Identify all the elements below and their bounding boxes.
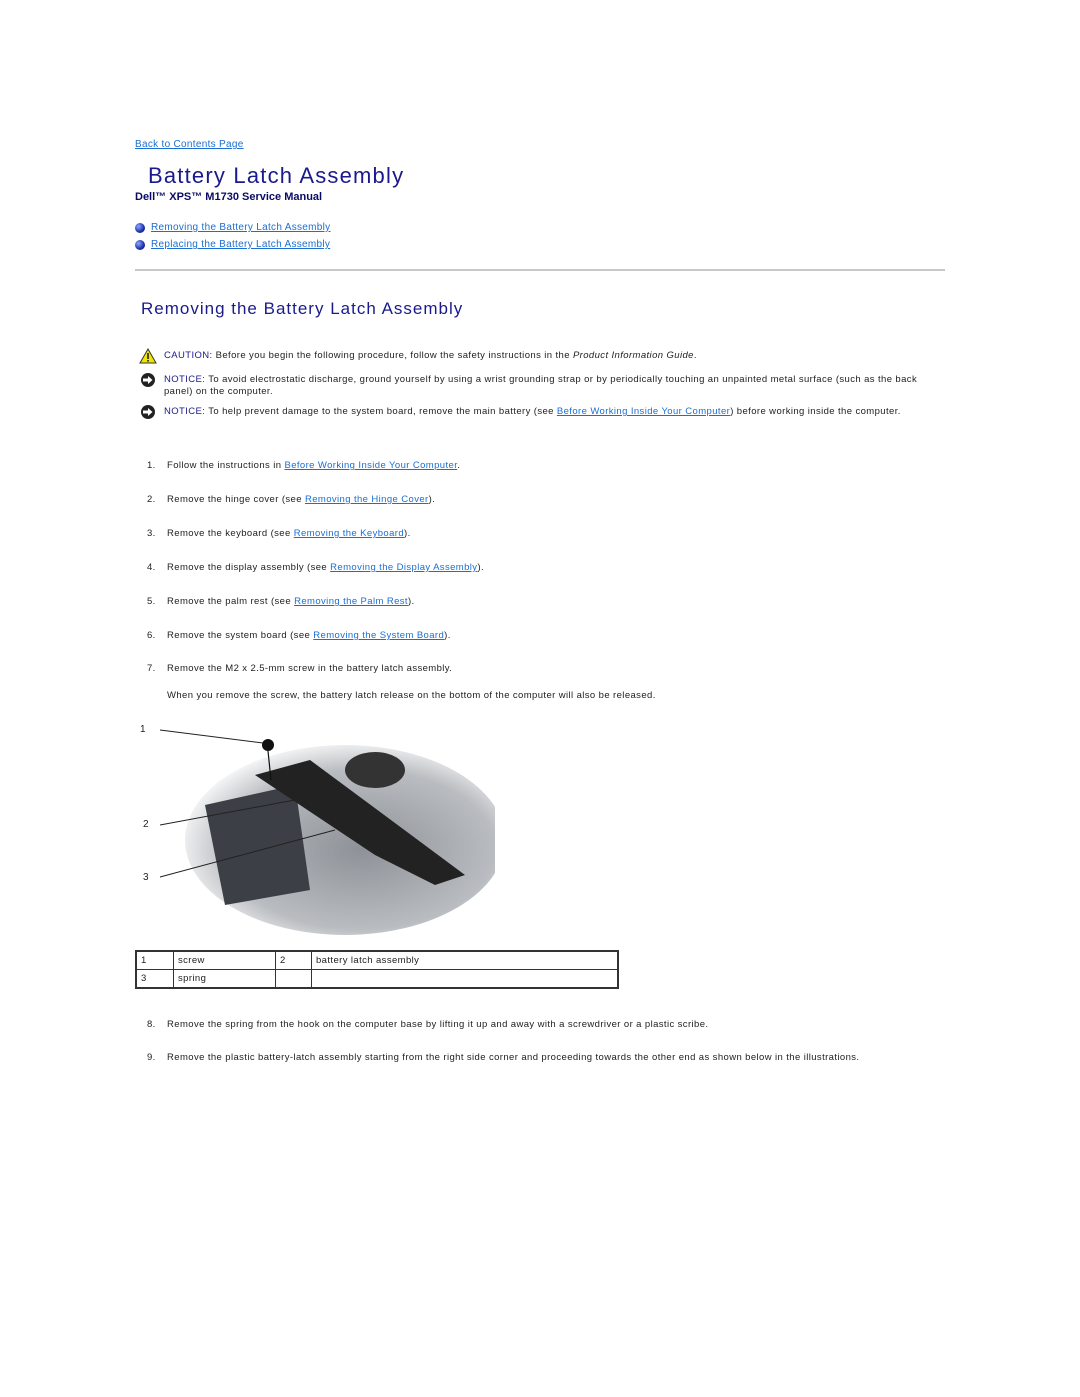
step-3: 3. Remove the keyboard (see Removing the … xyxy=(147,528,947,539)
step-text-end: ). xyxy=(428,494,436,505)
callout-2: 2 xyxy=(143,819,149,830)
step-number: 5. xyxy=(147,596,156,607)
toc-link-removing[interactable]: Removing the Battery Latch Assembly xyxy=(151,222,330,233)
step-link[interactable]: Removing the Keyboard xyxy=(294,528,404,539)
legend-number: 3 xyxy=(135,969,174,989)
product-guide-ref: Product Information Guide xyxy=(572,350,694,361)
step-link[interactable]: Removing the Display Assembly xyxy=(330,562,477,573)
step-number: 7. xyxy=(147,663,156,674)
notice-label: NOTICE: xyxy=(164,374,206,385)
legend-number xyxy=(275,969,312,989)
step-5: 5. Remove the palm rest (see Removing the… xyxy=(147,596,947,607)
battery-latch-illustration: 1 2 3 xyxy=(140,724,495,935)
step-link[interactable]: Removing the System Board xyxy=(313,630,444,641)
toc-item: Replacing the Battery Latch Assembly xyxy=(135,236,330,253)
notice-label: NOTICE: xyxy=(164,406,206,417)
step-6: 6. Remove the system board (see Removing … xyxy=(147,630,947,641)
divider xyxy=(135,269,945,271)
fan-housing xyxy=(345,752,405,788)
step-text: Remove the display assembly (see xyxy=(167,562,331,573)
screw-part xyxy=(262,739,274,751)
step-text: Remove the palm rest (see xyxy=(167,596,295,607)
notice-arrow-icon xyxy=(141,405,155,419)
page-title: Battery Latch Assembly xyxy=(148,163,405,188)
step-number: 8. xyxy=(147,1019,156,1030)
table-row: 3 spring xyxy=(135,969,619,989)
step-number: 9. xyxy=(147,1052,156,1063)
step-number: 6. xyxy=(147,630,156,641)
caution-note: CAUTION: Before you begin the following … xyxy=(139,348,944,364)
notice-text-end: ) before working inside the computer. xyxy=(730,406,901,417)
callout-legend-table: 1 screw 2 battery latch assembly 3 sprin… xyxy=(135,950,619,989)
step-text-end: ). xyxy=(407,596,415,607)
step-text-end: ). xyxy=(444,630,451,641)
step-2: 2. Remove the hinge cover (see Removing t… xyxy=(147,494,947,505)
bullet-icon xyxy=(135,222,145,233)
legend-label: screw xyxy=(173,950,276,970)
step-text-end: ). xyxy=(477,562,485,573)
step-number: 1. xyxy=(147,460,156,471)
step-number: 4. xyxy=(147,562,156,573)
bullet-icon xyxy=(135,239,145,250)
back-to-contents-link[interactable]: Back to Contents Page xyxy=(135,139,244,150)
toc-link-replacing[interactable]: Replacing the Battery Latch Assembly xyxy=(151,239,330,250)
table-of-contents: Removing the Battery Latch Assembly Repl… xyxy=(135,219,330,253)
warning-triangle-icon xyxy=(139,348,157,364)
step-7-note: When you remove the screw, the battery l… xyxy=(167,690,656,701)
step-number: 2. xyxy=(147,494,156,505)
legend-label xyxy=(311,969,619,989)
section-title: Removing the Battery Latch Assembly xyxy=(141,299,464,318)
step-8: 8. Remove the spring from the hook on the… xyxy=(147,1019,947,1030)
notice-text: To help prevent damage to the system boa… xyxy=(205,406,557,417)
notice-system-board: NOTICE: To help prevent damage to the sy… xyxy=(139,405,944,420)
caution-end: . xyxy=(693,350,697,361)
caution-text: Before you begin the following procedure… xyxy=(212,350,573,361)
manual-subtitle: Dell™ XPS™ M1730 Service Manual xyxy=(135,191,323,203)
step-9: 9. Remove the plastic battery-latch assem… xyxy=(147,1052,947,1063)
before-working-link[interactable]: Before Working Inside Your Computer xyxy=(557,406,730,417)
step-text: Remove the hinge cover (see xyxy=(167,494,305,505)
step-4: 4. Remove the display assembly (see Remov… xyxy=(147,562,947,573)
notice-esd: NOTICE: To avoid electrostatic discharge… xyxy=(139,373,944,398)
legend-label: spring xyxy=(173,969,276,989)
step-text-end: ). xyxy=(404,528,411,539)
step-text: Remove the M2 x 2.5-mm screw in the batt… xyxy=(167,663,453,674)
step-text: Remove the spring from the hook on the c… xyxy=(167,1019,709,1030)
legend-number: 1 xyxy=(135,950,174,970)
legend-number: 2 xyxy=(275,950,312,970)
step-number: 3. xyxy=(147,528,156,539)
table-row: 1 screw 2 battery latch assembly xyxy=(135,950,619,970)
caution-label: CAUTION: xyxy=(164,350,213,361)
legend-label: battery latch assembly xyxy=(311,950,619,970)
step-link[interactable]: Before Working Inside Your Computer xyxy=(284,460,457,471)
callout-3: 3 xyxy=(143,872,149,883)
notice-text: To avoid electrostatic discharge, ground… xyxy=(164,374,918,397)
step-text: Remove the system board (see xyxy=(167,630,314,641)
step-link[interactable]: Removing the Hinge Cover xyxy=(305,494,429,505)
step-7: 7. Remove the M2 x 2.5-mm screw in the ba… xyxy=(147,663,947,674)
notice-arrow-icon xyxy=(141,373,155,387)
step-1: 1. Follow the instructions in Before Work… xyxy=(147,460,947,471)
step-text-end: . xyxy=(457,460,461,471)
toc-item: Removing the Battery Latch Assembly xyxy=(135,219,330,236)
step-text: Remove the keyboard (see xyxy=(167,528,294,539)
callout-line-1 xyxy=(159,729,264,744)
callout-1: 1 xyxy=(140,724,146,735)
step-text: Remove the plastic battery-latch assembl… xyxy=(167,1052,860,1063)
step-text: Follow the instructions in xyxy=(167,460,285,471)
step-link[interactable]: Removing the Palm Rest xyxy=(294,596,408,607)
